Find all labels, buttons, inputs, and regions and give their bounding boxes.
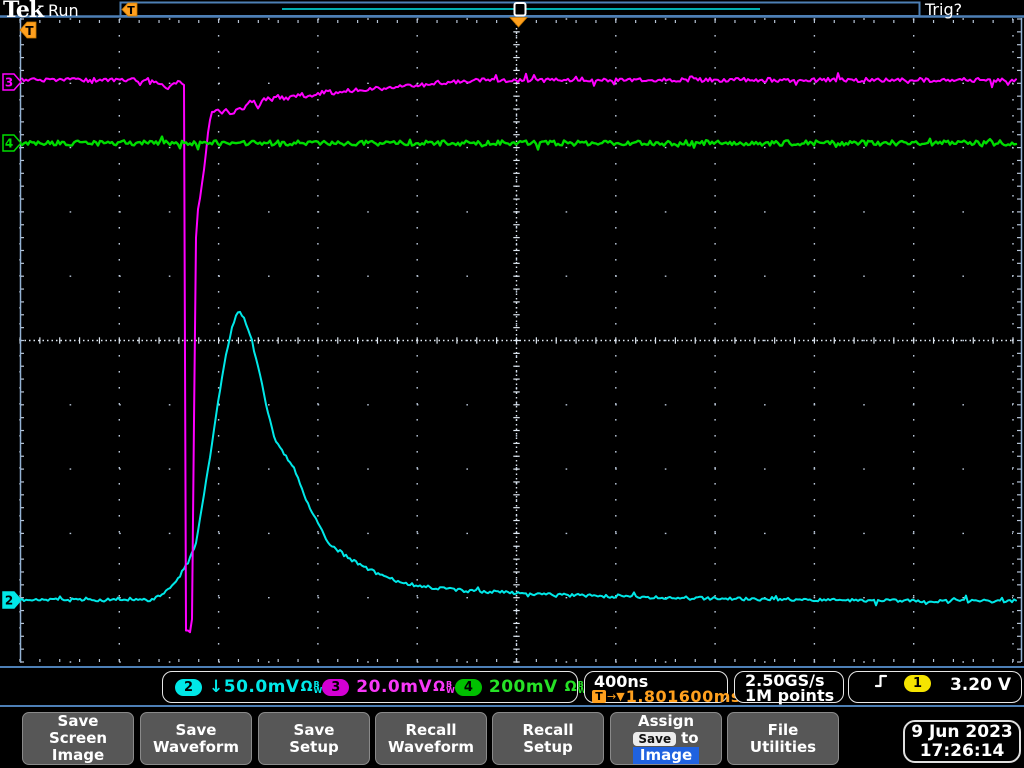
file-utilities-button[interactable]: File Utilities <box>727 712 839 765</box>
save-waveform-button[interactable]: Save Waveform <box>140 712 252 765</box>
ch3-badge[interactable]: 3 <box>322 679 349 696</box>
horizontal-delay: 1.801600ms <box>626 687 741 706</box>
recall-waveform-button[interactable]: Recall Waveform <box>375 712 487 765</box>
ch3-bandwidth-icon: BW <box>446 682 455 694</box>
trigger-source-badge[interactable]: 1 <box>904 675 931 692</box>
save-screen-image-button[interactable]: Save Screen Image <box>22 712 134 765</box>
ch4-marker-label: 4 <box>5 137 13 151</box>
trigger-readout[interactable]: 1 3.20 V <box>848 671 1022 703</box>
oscilloscope-screen: T T 3 4 2 Tek Run Trig? <box>0 0 1024 768</box>
expansion-point-marker[interactable] <box>515 3 526 16</box>
ch4-ground-marker[interactable]: 4 <box>3 135 21 151</box>
datetime-display: 9 Jun 2023 17:26:14 <box>903 720 1021 763</box>
trigger-level-label: T <box>25 24 34 38</box>
ch2-marker-label: 2 <box>5 594 13 608</box>
ch4-readout[interactable]: 4 200mV Ω BW <box>455 677 587 697</box>
ch3-coupling: Ω <box>433 679 445 695</box>
ch3-readout[interactable]: 3 20.0mV Ω BW <box>322 677 455 697</box>
assign-target-highlight: Image <box>633 747 699 764</box>
time-text: 17:26:14 <box>920 742 1005 761</box>
horizontal-readout[interactable]: 400ns T →▼ 1.801600ms <box>584 671 728 703</box>
ch2-bandwidth-icon: BW <box>313 682 322 694</box>
acquisition-readout[interactable]: 2.50GS/s 1M points <box>734 671 844 703</box>
delay-arrow-icon: →▼ <box>607 690 625 703</box>
waveforms <box>22 73 1016 632</box>
ch3-scale: 20.0mV <box>356 677 432 697</box>
ch2-badge[interactable]: 2 <box>175 679 202 696</box>
ch2-scale: ↓50.0mV <box>209 677 300 697</box>
scope-display: T T 3 4 2 <box>0 0 1024 768</box>
menu-bar: Save Screen Image Save Waveform Save Set… <box>0 708 1024 768</box>
ch4-badge[interactable]: 4 <box>455 679 482 696</box>
rising-edge-icon <box>874 673 888 688</box>
ch2-readout[interactable]: 2 ↓50.0mV Ω BW <box>175 677 322 697</box>
record-length: 1M points <box>745 688 843 703</box>
ch3-marker-label: 3 <box>5 76 13 90</box>
trigger-position-marker[interactable] <box>510 18 527 28</box>
readout-strip: 2 ↓50.0mV Ω BW 3 20.0mV Ω BW 4 200mV Ω <box>0 666 1024 707</box>
trigger-level: 3.20 V <box>950 675 1011 695</box>
channel-readouts[interactable]: 2 ↓50.0mV Ω BW 3 20.0mV Ω BW 4 200mV Ω <box>162 671 578 703</box>
waveform-ch3 <box>22 73 1016 632</box>
save-key-pill: Save <box>633 732 676 746</box>
record-trigger-label: T <box>127 4 135 17</box>
assign-save-button[interactable]: Assign Save to Image <box>610 712 722 765</box>
date-text: 9 Jun 2023 <box>911 723 1013 742</box>
ch2-ground-marker[interactable]: 2 <box>3 592 21 608</box>
save-setup-button[interactable]: Save Setup <box>258 712 370 765</box>
ch2-coupling: Ω <box>301 679 313 695</box>
ch4-scale: 200mV <box>489 677 558 697</box>
trigger-t-badge: T <box>592 690 606 703</box>
ch4-coupling: Ω <box>565 679 577 695</box>
tek-logo: Tek <box>3 0 43 23</box>
ch3-ground-marker[interactable]: 3 <box>3 74 21 90</box>
recall-setup-button[interactable]: Recall Setup <box>492 712 604 765</box>
graticule <box>20 18 1022 662</box>
acquisition-status: Run <box>48 1 79 20</box>
trigger-status: Trig? <box>925 0 962 19</box>
scope-decorations: T T 3 4 2 <box>0 3 1024 609</box>
waveform-ch2 <box>22 312 1016 605</box>
trigger-level-marker[interactable]: T <box>20 22 36 38</box>
